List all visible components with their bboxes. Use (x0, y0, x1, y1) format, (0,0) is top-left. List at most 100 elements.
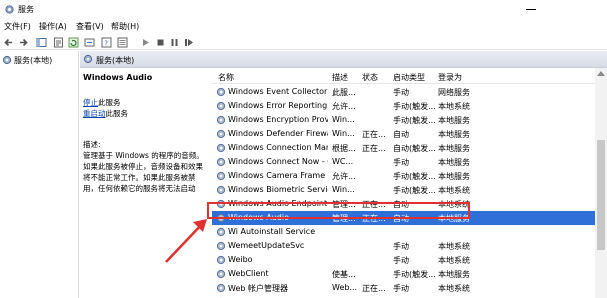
service-status: 正在... (362, 144, 386, 153)
description-label: 描述: (83, 140, 101, 149)
refresh-icon[interactable] (68, 37, 79, 48)
content-header-title: 服务(本地) (96, 56, 135, 65)
menu-help[interactable]: 帮助(H) (111, 21, 139, 32)
forward-arrow-icon[interactable] (18, 37, 29, 48)
service-name: Windows Connection Man... (228, 143, 328, 152)
pause-icon[interactable] (169, 37, 180, 48)
service-gear-icon (216, 241, 226, 251)
service-logon: 本地系统 (438, 186, 470, 195)
scroll-up-arrow-icon[interactable] (597, 71, 605, 76)
service-startup-type: 手动(触发... (393, 270, 435, 279)
menu-bar: 文件(F) 操作(A) 查看(V) 帮助(H) (0, 18, 607, 34)
service-row[interactable]: Windows Defender Firewall Win... 正在... 自动 本地… (212, 127, 595, 141)
service-gear-icon (216, 171, 226, 181)
help-icon[interactable]: ? (101, 37, 112, 48)
service-row[interactable]: Windows Error Reporting S... 允许... 手动(触发..… (212, 99, 595, 113)
tree-item-services-local[interactable]: 服务(本地) (2, 54, 52, 66)
service-name: WemeetUpdateSvc (228, 241, 305, 250)
stop-icon[interactable] (155, 37, 166, 48)
service-row[interactable]: Wi Autoinstall Service (212, 225, 595, 239)
column-header-status[interactable]: 状态 (362, 72, 378, 83)
vertical-scrollbar[interactable] (595, 68, 607, 298)
service-startup-type: 自动 (393, 214, 409, 223)
service-logon: 本地系统 (438, 102, 470, 111)
service-description: Win... (332, 115, 355, 124)
service-name: WebClient (228, 269, 269, 278)
menu-view[interactable]: 查看(V) (76, 21, 104, 32)
service-description: 根据... (332, 144, 356, 153)
menu-action[interactable]: 操作(A) (39, 21, 67, 32)
service-status: 正在... (362, 200, 386, 209)
column-header-startup-type[interactable]: 启动类型 (393, 72, 425, 83)
back-arrow-icon[interactable] (3, 37, 14, 48)
service-status: 正在... (362, 130, 386, 139)
service-row[interactable]: Windows Audio 管理... 正在... 自动 本地服务 (212, 211, 595, 225)
service-row[interactable]: Windows Connect Now - C... WC... 手动 本地服务 (212, 155, 595, 169)
service-row[interactable]: Windows Camera Frame S... 允许... 手动(触发...本地… (212, 169, 595, 183)
service-startup-type: 自动 (393, 130, 409, 139)
service-startup-type: 手动 (393, 284, 409, 293)
service-row[interactable]: WebClient 使基... 手动(触发... 本地服务 (212, 267, 595, 281)
service-row[interactable]: Windows Biometric Service Win... 手动(触发... 本… (212, 183, 595, 197)
selected-service-title: Windows Audio (83, 73, 153, 82)
service-gear-icon (216, 269, 226, 279)
service-name: Windows Event Collector (228, 87, 328, 96)
service-logon: 本地服务 (438, 144, 470, 153)
properties-icon[interactable] (53, 37, 64, 48)
service-startup-type: 手动(触发... (393, 186, 435, 195)
service-row[interactable]: Web 帐户管理器 Web... 正在... 手动 本地系统 (212, 281, 595, 295)
service-row[interactable]: Windows Audio Endpoint B... 管理... 正在... 自动 本… (212, 197, 595, 211)
service-startup-type: 自动(触发... (393, 144, 435, 153)
service-description: 此服... (332, 88, 356, 97)
menu-file[interactable]: 文件(F) (4, 21, 31, 32)
service-row[interactable]: Windows Encryption Provid... Win... 手动(触发.… (212, 113, 595, 127)
service-gear-icon (216, 115, 226, 125)
list-header: 名称 描述 状态 启动类型 登录为 (212, 68, 595, 84)
service-row[interactable]: Windows Event Collector 此服... 手动 网络服务 (212, 85, 595, 99)
service-gear-icon (216, 213, 226, 223)
service-logon: 本地服务 (438, 116, 470, 125)
tree-item-label: 服务(本地) (14, 55, 53, 65)
restart-service-suffix: 此服务 (105, 109, 129, 118)
restart-service-link[interactable]: 重启动 (83, 109, 106, 118)
service-description: WC... (332, 157, 354, 166)
service-startup-type: 手动 (393, 158, 409, 167)
service-name: Web 帐户管理器 (228, 284, 288, 293)
service-name: Windows Error Reporting S... (228, 101, 328, 110)
service-description: 管理... (332, 200, 356, 209)
title-bar: 服务 (0, 0, 607, 18)
services-gear-icon (5, 5, 14, 14)
service-logon: 本地系统 (438, 200, 470, 209)
service-startup-type: 手动(触发... (393, 172, 435, 181)
service-description: 使基... (332, 270, 356, 279)
service-gear-icon (216, 87, 226, 97)
service-name: Windows Biometric Service (228, 185, 328, 194)
service-gear-icon (216, 283, 226, 293)
service-description: Web... (332, 283, 358, 292)
restart-icon[interactable] (183, 37, 194, 48)
service-row[interactable]: Weibo 手动 本地系统 (212, 253, 595, 267)
service-startup-type: 手动 (393, 88, 409, 97)
column-header-logon[interactable]: 登录为 (438, 72, 462, 83)
content-header: 服务(本地) (80, 51, 607, 68)
service-row[interactable]: WemeetUpdateSvc 手动 本地系统 (212, 239, 595, 253)
service-logon: 本地服务 (438, 158, 470, 167)
console-tree-icon[interactable] (36, 37, 47, 48)
export-icon[interactable] (84, 37, 95, 48)
service-row[interactable]: Windows Connection Man... 根据... 正在... 自动(触发… (212, 141, 595, 155)
service-status: 正在... (362, 214, 386, 223)
detail-view-icon[interactable] (117, 37, 128, 48)
service-gear-icon (216, 129, 226, 139)
column-header-name[interactable]: 名称 (218, 72, 234, 83)
column-header-description[interactable]: 描述 (332, 72, 348, 83)
minimize-button[interactable] (521, 3, 541, 15)
service-startup-type: 手动 (393, 242, 409, 251)
service-logon: 本地服务 (438, 214, 470, 223)
scrollbar-thumb[interactable] (597, 140, 605, 250)
service-gear-icon (216, 227, 226, 237)
stop-service-link[interactable]: 停止 (83, 98, 98, 107)
play-icon[interactable] (140, 37, 151, 48)
service-name: Windows Connect Now - C... (228, 157, 328, 166)
service-startup-type: 手动(触发... (393, 102, 435, 111)
service-description: 允许... (332, 102, 356, 111)
